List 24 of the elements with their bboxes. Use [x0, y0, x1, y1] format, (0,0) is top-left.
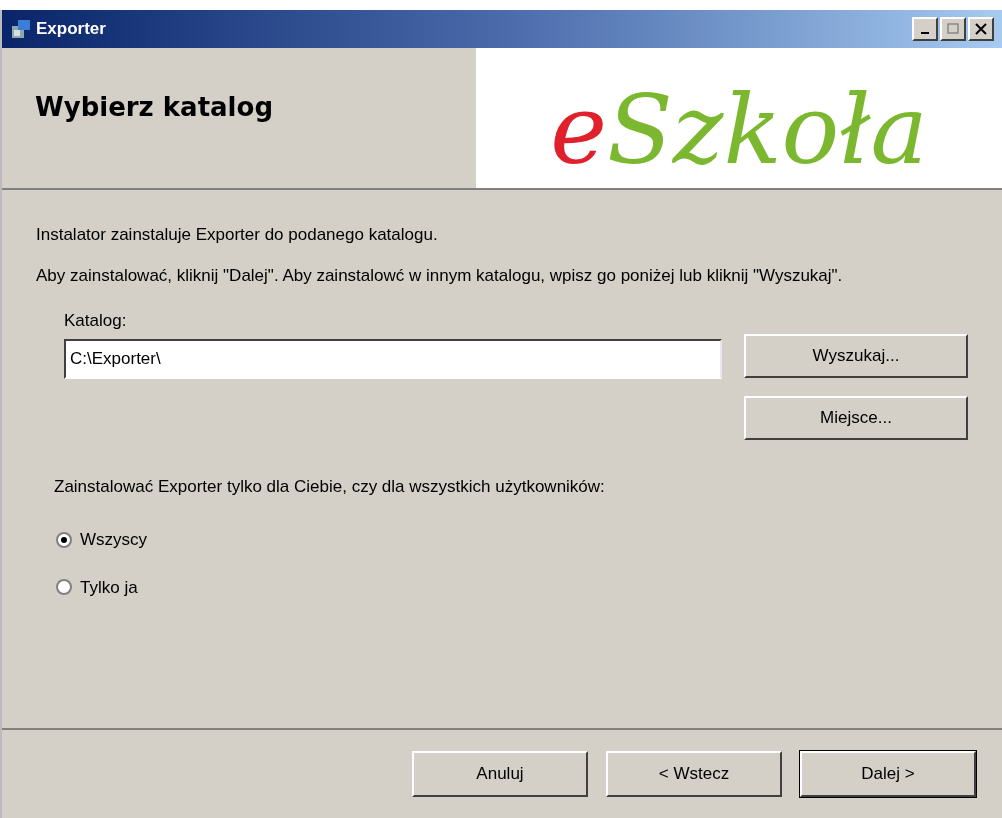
radio-button[interactable]: [56, 579, 72, 596]
window-title: Exporter: [36, 18, 106, 41]
close-icon: [974, 23, 988, 35]
radio-button[interactable]: [56, 531, 72, 548]
page-heading: Wybierz katalog: [35, 91, 274, 124]
scope-question: Zainstalować Exporter tylko dla Ciebie, czy dla wszystkich użytkowników:: [53, 475, 606, 498]
folder-field[interactable]: C:\Exporter\: [64, 339, 722, 379]
radio-option[interactable]: Wszyscy: [56, 527, 968, 553]
minimize-icon: [921, 32, 929, 34]
installer-icon: [10, 18, 32, 40]
close-button[interactable]: [968, 17, 994, 41]
folder-button[interactable]: Miejsce...: [744, 395, 968, 440]
maximize-icon: [946, 23, 960, 35]
instructions-text: Aby zainstalować, kliknij "Dalej". Aby zainstalowć w innym katalogu, wpisz go poniżej lub kliknij "Wyszukaj".: [36, 265, 844, 286]
logo-text: eSzkoła: [550, 82, 928, 178]
maximize-button[interactable]: [940, 17, 966, 41]
radio-option[interactable]: Tylko ja: [56, 574, 968, 600]
wizard-button[interactable]: < Wstecz: [606, 751, 782, 797]
intro-text: Instalator zainstaluje Exporter do podanego katalogu.: [36, 224, 439, 246]
minimize-button[interactable]: [912, 17, 938, 41]
folder-button[interactable]: Wyszukaj...: [744, 333, 968, 378]
folder-label: Katalog:: [64, 310, 127, 330]
wizard-button[interactable]: Dalej >: [800, 751, 976, 797]
wizard-button[interactable]: Anuluj: [412, 751, 588, 797]
